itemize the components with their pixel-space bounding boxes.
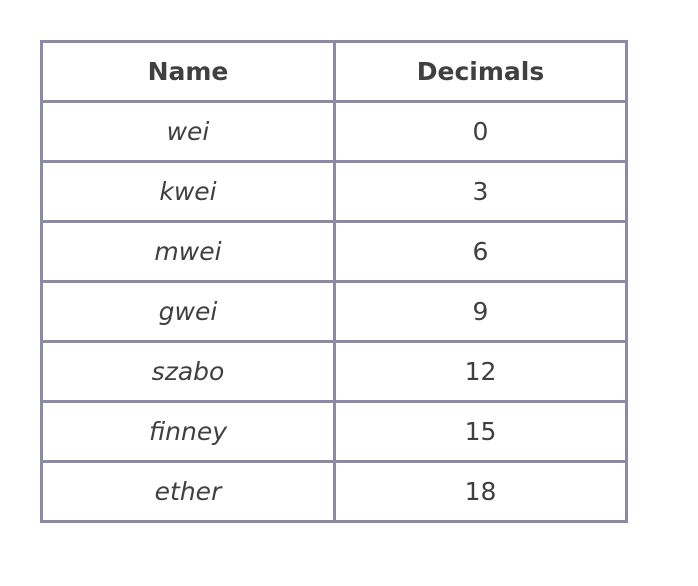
unit-decimals: 3	[333, 160, 628, 223]
header-name: Name	[40, 40, 336, 103]
unit-decimals: 9	[333, 280, 628, 343]
unit-decimals: 18	[333, 460, 628, 523]
table-row: wei 0	[40, 100, 628, 163]
unit-name: wei	[40, 100, 336, 163]
unit-decimals: 15	[333, 400, 628, 463]
unit-decimals: 12	[333, 340, 628, 403]
table-row: finney 15	[40, 400, 628, 463]
table-row: ether 18	[40, 460, 628, 523]
unit-name: mwei	[40, 220, 336, 283]
header-decimals: Decimals	[333, 40, 628, 103]
unit-name: kwei	[40, 160, 336, 223]
unit-decimals: 6	[333, 220, 628, 283]
ether-units-table: Name Decimals wei 0 kwei 3 mwei 6 gwei 9…	[40, 40, 628, 523]
table-row: kwei 3	[40, 160, 628, 223]
table-row: szabo 12	[40, 340, 628, 403]
unit-name: finney	[40, 400, 336, 463]
table-row: gwei 9	[40, 280, 628, 343]
unit-name: ether	[40, 460, 336, 523]
unit-name: gwei	[40, 280, 336, 343]
unit-name: szabo	[40, 340, 336, 403]
table-row: mwei 6	[40, 220, 628, 283]
unit-decimals: 0	[333, 100, 628, 163]
header-row: Name Decimals	[40, 40, 628, 103]
